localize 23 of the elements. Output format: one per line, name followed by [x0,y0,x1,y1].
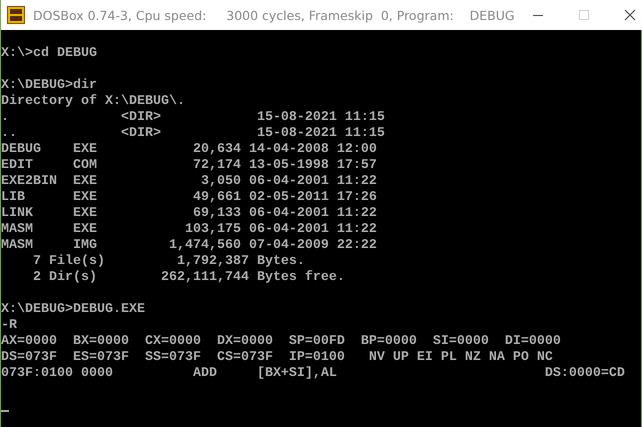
console-line: EXE2BIN EXE 3,050 06-04-2001 11:22 [1,174,377,190]
console-line: 7 File(s) 1,792,387 Bytes. [32,254,305,270]
console-line: LINK EXE 69,133 06-04-2001 11:22 [1,206,377,222]
console-line: Directory of X:\DEBUG\. [1,94,185,110]
console-line: MASM IMG 1,474,560 07-04-2009 22:22 [1,238,377,254]
console-line: X:\DEBUG>dir [1,78,97,94]
console-line: . <DIR> 15-08-2021 11:15 [1,110,385,126]
maximize-icon [578,9,590,21]
console-line: EDIT COM 72,174 13-05-1998 17:57 [1,158,377,174]
window-title: DOSBox 0.74-3, Cpu speed: 3000 cycles, Frameskip 0, Program: DEBUG [33,8,515,22]
app-icon [7,6,25,24]
close-icon [624,9,636,21]
console-line: DEBUG EXE 20,634 14-04-2008 12:00 [1,142,377,158]
console-line: X:\DEBUG>DEBUG.EXE [1,302,145,318]
console-line: -R [1,318,17,334]
console-line: DS=073F ES=073F SS=073F CS=073F IP=0100 NV UP EI PL NZ NA PO NC [1,350,553,366]
console-line: 073F:0100 0000 ADD [BX+SI],AL DS:0000=CD [1,366,625,382]
console-line: LIB EXE 49,661 02-05-2011 17:26 [1,190,377,206]
console-line: X:\>cd DEBUG [1,46,97,62]
console-line: 2 Dir(s) 262,111,744 Bytes free. [32,270,345,286]
console-line: MASM EXE 103,175 06-04-2001 11:22 [1,222,377,238]
console-line: AX=0000 BX=0000 CX=0000 DX=0000 SP=00FD BP=0000 SI=0000 DI=0000 [1,334,561,350]
console-line: .. <DIR> 15-08-2021 11:15 [1,126,385,142]
